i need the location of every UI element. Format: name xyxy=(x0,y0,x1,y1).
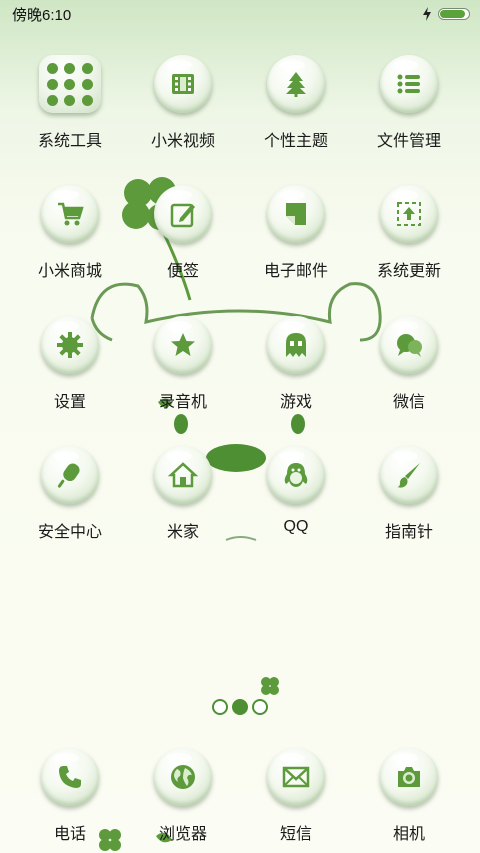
app-label: 便签 xyxy=(166,263,199,280)
film-icon[interactable] xyxy=(154,55,212,113)
app-label: 安全中心 xyxy=(37,524,102,541)
home-icon[interactable] xyxy=(154,446,212,504)
app-gear[interactable]: 设置 xyxy=(15,316,125,426)
app-folder-grid[interactable]: 系统工具 xyxy=(15,55,125,165)
cart-icon-glyph xyxy=(58,202,84,226)
folder-app-thumb xyxy=(81,78,93,90)
tree-icon[interactable] xyxy=(267,55,325,113)
app-label: QQ xyxy=(283,518,309,535)
camera-icon-glyph xyxy=(398,767,420,787)
page-dot[interactable] xyxy=(252,699,268,715)
app-label: 浏览器 xyxy=(158,826,207,843)
tree-icon-glyph xyxy=(286,72,306,97)
status-time: 傍晚6:10 xyxy=(12,6,72,24)
app-envelope[interactable]: 短信 xyxy=(241,748,351,853)
charging-icon xyxy=(423,7,431,21)
app-film[interactable]: 小米视频 xyxy=(128,55,238,165)
app-list[interactable]: 文件管理 xyxy=(354,55,464,165)
note-edit-icon-glyph xyxy=(170,203,195,228)
page-indicator[interactable] xyxy=(0,697,480,717)
star-icon[interactable] xyxy=(154,316,212,374)
folder-app-thumb xyxy=(81,94,93,106)
app-home[interactable]: 米家 xyxy=(128,446,238,556)
status-bar: 傍晚6:10 xyxy=(0,0,480,28)
app-label: 设置 xyxy=(53,394,86,411)
list-icon-glyph xyxy=(397,74,420,94)
gear-icon[interactable] xyxy=(41,316,99,374)
mail-page-icon-glyph xyxy=(286,203,306,225)
mail-page-icon[interactable] xyxy=(267,185,325,243)
app-tree[interactable]: 个性主题 xyxy=(241,55,351,165)
folder-app-thumb xyxy=(47,94,59,106)
penguin-icon[interactable] xyxy=(267,446,325,504)
folder-app-thumb xyxy=(47,78,59,90)
envelope-icon-glyph xyxy=(282,766,310,788)
app-chat-bubbles[interactable]: 微信 xyxy=(354,316,464,426)
app-label: 微信 xyxy=(392,394,425,411)
app-mail-page[interactable]: 电子邮件 xyxy=(241,185,351,295)
app-brush[interactable]: 指南针 xyxy=(354,446,464,556)
camera-icon[interactable] xyxy=(380,748,438,806)
wallpaper-clover-small xyxy=(261,677,279,695)
gear-icon-glyph xyxy=(57,332,83,358)
folder-app-thumb xyxy=(64,78,76,90)
folder-app-thumb xyxy=(81,62,93,74)
popsicle-icon-glyph xyxy=(57,463,80,488)
phone-icon[interactable] xyxy=(41,748,99,806)
ghost-icon[interactable] xyxy=(267,316,325,374)
folder-grid-icon[interactable] xyxy=(39,55,101,113)
globe-icon[interactable] xyxy=(154,748,212,806)
app-popsicle[interactable]: 安全中心 xyxy=(15,446,125,556)
app-phone[interactable]: 电话 xyxy=(15,748,125,853)
star-icon-glyph xyxy=(171,333,195,356)
page-dot[interactable] xyxy=(212,699,228,715)
battery-level xyxy=(440,10,466,18)
battery-icon xyxy=(438,8,470,20)
upload-box-icon-glyph xyxy=(397,202,421,226)
list-icon[interactable] xyxy=(380,55,438,113)
app-label: 小米视频 xyxy=(150,133,215,150)
app-ghost[interactable]: 游戏 xyxy=(241,316,351,426)
app-label: 相机 xyxy=(392,826,425,843)
upload-box-icon[interactable] xyxy=(380,185,438,243)
phone-icon-glyph xyxy=(59,766,81,788)
page-dot-current[interactable] xyxy=(232,699,248,715)
app-label: 文件管理 xyxy=(376,133,441,150)
app-star[interactable]: 录音机 xyxy=(128,316,238,426)
app-label: 小米商城 xyxy=(37,263,102,280)
app-note-edit[interactable]: 便签 xyxy=(128,185,238,295)
app-label: 指南针 xyxy=(384,524,433,541)
chat-bubbles-icon[interactable] xyxy=(380,316,438,374)
app-label: 游戏 xyxy=(279,394,312,411)
chat-bubbles-icon-glyph xyxy=(397,334,422,357)
app-label: 系统更新 xyxy=(376,263,441,280)
app-camera[interactable]: 相机 xyxy=(354,748,464,853)
penguin-icon-glyph xyxy=(284,463,308,487)
app-label: 短信 xyxy=(279,826,312,843)
film-icon-glyph xyxy=(172,74,194,94)
app-label: 录音机 xyxy=(158,394,207,411)
app-label: 个性主题 xyxy=(263,133,328,150)
folder-app-thumb xyxy=(47,62,59,74)
folder-app-thumb xyxy=(64,94,76,106)
app-label: 电子邮件 xyxy=(263,263,328,280)
app-label: 电话 xyxy=(53,826,86,843)
home-icon-glyph xyxy=(168,462,198,488)
envelope-icon[interactable] xyxy=(267,748,325,806)
globe-icon-glyph xyxy=(171,765,195,789)
app-label: 系统工具 xyxy=(37,133,102,150)
ghost-icon-glyph xyxy=(286,333,306,357)
app-penguin[interactable]: QQ xyxy=(241,446,351,556)
folder-app-thumb xyxy=(64,62,76,74)
status-icons xyxy=(422,7,470,21)
cart-icon[interactable] xyxy=(41,185,99,243)
popsicle-icon[interactable] xyxy=(41,446,99,504)
brush-icon-glyph xyxy=(397,463,420,488)
app-upload-box[interactable]: 系统更新 xyxy=(354,185,464,295)
brush-icon[interactable] xyxy=(380,446,438,504)
note-edit-icon[interactable] xyxy=(154,185,212,243)
app-label: 米家 xyxy=(166,524,199,541)
app-globe[interactable]: 浏览器 xyxy=(128,748,238,853)
app-cart[interactable]: 小米商城 xyxy=(15,185,125,295)
